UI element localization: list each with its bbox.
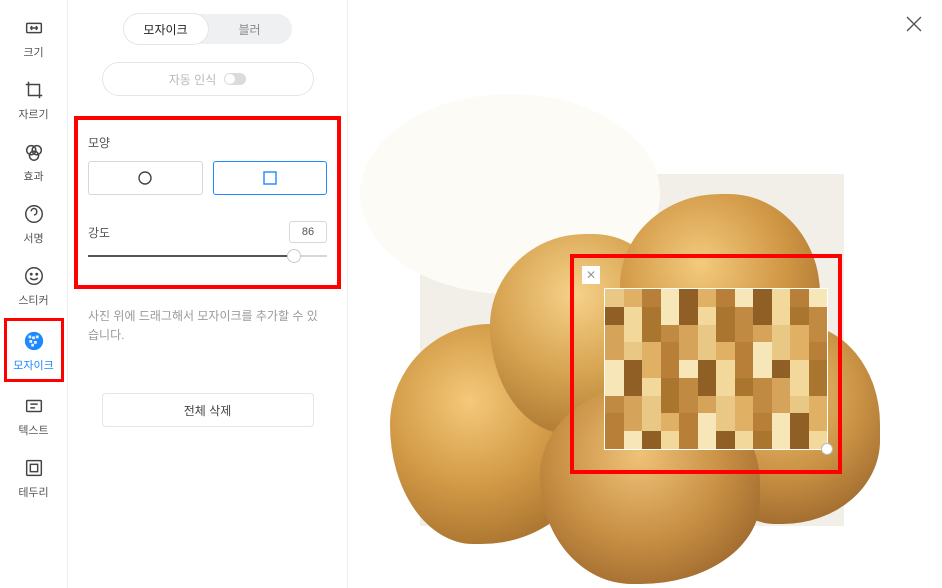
- shape-options: [88, 161, 327, 195]
- mosaic-selection[interactable]: ✕: [570, 254, 842, 474]
- sidebar-item-label: 스티커: [18, 292, 48, 308]
- sidebar-item-label: 크기: [23, 44, 43, 60]
- shape-circle-option[interactable]: [88, 161, 203, 195]
- sidebar-item-label: 테두리: [18, 484, 48, 500]
- segment-blur[interactable]: 블러: [208, 14, 292, 44]
- sidebar-item-sticker[interactable]: 스티커: [4, 256, 64, 314]
- settings-panel: 모자이크 블러 자동 인식 모양 강도 86 사진 위에 드래그해서 모자이크를…: [68, 0, 348, 588]
- crop-icon: [22, 78, 46, 102]
- sidebar-item-mosaic[interactable]: 모자이크: [4, 318, 64, 382]
- sidebar-item-label: 텍스트: [18, 422, 48, 438]
- sticker-icon: [22, 264, 46, 288]
- shape-square-option[interactable]: [213, 161, 328, 195]
- effect-icon: [22, 140, 46, 164]
- intensity-label: 강도: [88, 224, 110, 241]
- sidebar-item-border[interactable]: 테두리: [4, 448, 64, 506]
- auto-detect-button[interactable]: 자동 인식: [102, 62, 314, 96]
- intensity-value[interactable]: 86: [289, 221, 327, 243]
- intensity-slider[interactable]: [88, 249, 327, 263]
- effect-type-segment: 모자이크 블러: [124, 14, 292, 44]
- shape-label: 모양: [88, 134, 327, 151]
- sidebar-item-label: 서명: [23, 230, 43, 246]
- text-icon: [22, 394, 46, 418]
- mosaic-pixels: [605, 289, 827, 449]
- sidebar-item-signature[interactable]: 서명: [4, 194, 64, 252]
- mosaic-icon: [22, 329, 46, 353]
- signature-icon: [22, 202, 46, 226]
- sidebar-item-label: 자르기: [18, 106, 48, 122]
- close-button[interactable]: [904, 14, 924, 34]
- sidebar-item-label: 모자이크: [13, 357, 53, 373]
- delete-all-button[interactable]: 전체 삭제: [102, 393, 314, 427]
- help-text: 사진 위에 드래그해서 모자이크를 추가할 수 있습니다.: [88, 307, 327, 345]
- sidebar: 크기 자르기 효과 서명 스티커 모자이크 텍스트 테두리: [0, 0, 68, 588]
- slider-thumb[interactable]: [287, 249, 301, 263]
- sidebar-item-label: 효과: [23, 168, 43, 184]
- mosaic-resize-handle[interactable]: [821, 443, 833, 455]
- shape-intensity-group: 모양 강도 86: [74, 116, 341, 289]
- sidebar-item-text[interactable]: 텍스트: [4, 386, 64, 444]
- sidebar-item-effect[interactable]: 효과: [4, 132, 64, 190]
- toggle-icon: [224, 73, 246, 85]
- resize-icon: [22, 16, 46, 40]
- segment-mosaic[interactable]: 모자이크: [124, 14, 208, 44]
- mosaic-region[interactable]: [604, 288, 828, 450]
- border-icon: [22, 456, 46, 480]
- slider-fill: [88, 255, 294, 257]
- auto-detect-label: 자동 인식: [169, 71, 217, 88]
- mosaic-remove-button[interactable]: ✕: [582, 266, 600, 284]
- sidebar-item-size[interactable]: 크기: [4, 8, 64, 66]
- sidebar-item-crop[interactable]: 자르기: [4, 70, 64, 128]
- image-canvas[interactable]: ✕: [420, 174, 844, 526]
